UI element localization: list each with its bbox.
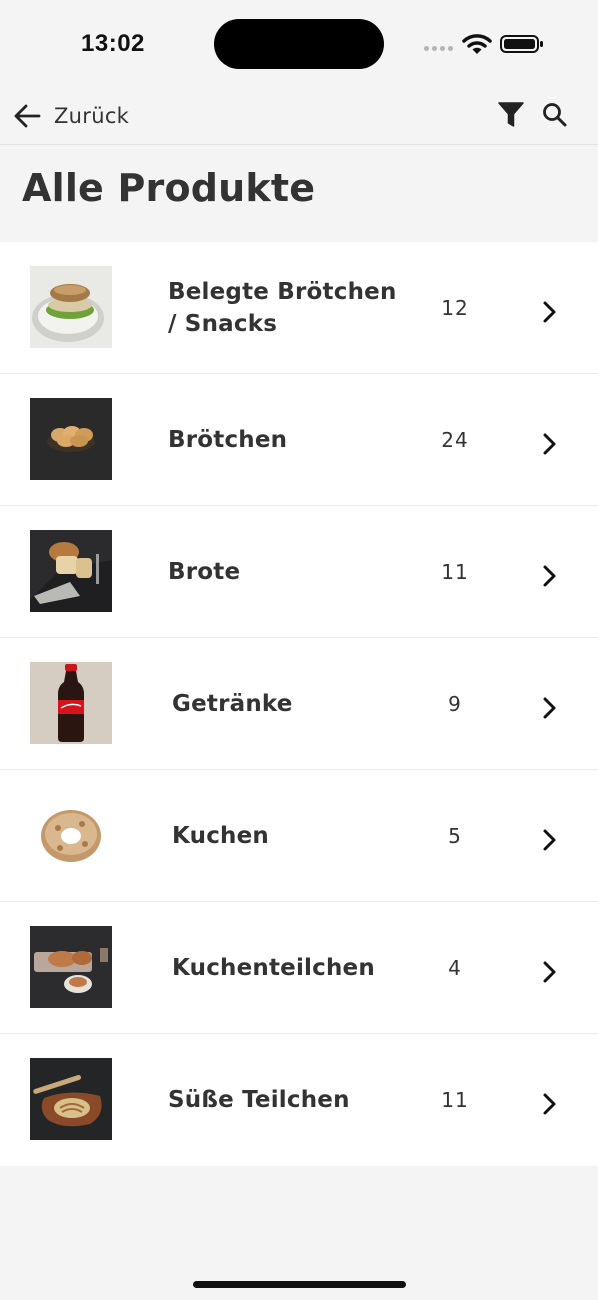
chevron-right-icon [540, 1092, 558, 1116]
chevron-right-icon [540, 828, 558, 852]
arrow-left-icon [12, 101, 42, 131]
cellular-signal-icon [424, 46, 454, 52]
filter-icon[interactable] [497, 100, 525, 130]
sandwich-photo [30, 266, 112, 348]
category-row-belegte-broetchen[interactable]: Belegte Brötchen / Snacks 12 [0, 242, 598, 374]
category-count: 24 [441, 427, 469, 452]
chevron-right-icon [540, 564, 558, 588]
chevron-right-icon [540, 432, 558, 456]
sweet-pastry-photo [30, 1058, 112, 1140]
dynamic-island [214, 19, 384, 69]
category-row-kuchen[interactable]: Kuchen 5 [0, 770, 598, 902]
sliced-bread-photo [30, 530, 112, 612]
category-count: 5 [448, 823, 462, 848]
cola-bottle-photo [30, 662, 112, 744]
status-time: 13:02 [81, 30, 145, 57]
back-label: Zurück [54, 104, 130, 128]
nav-bar: Zurück [0, 88, 598, 145]
home-indicator[interactable] [193, 1281, 406, 1288]
category-name: Kuchenteilchen [172, 954, 375, 981]
pastry-plate-photo [30, 926, 112, 1008]
bread-rolls-photo [30, 398, 112, 480]
category-row-getraenke[interactable]: Getränke 9 [0, 638, 598, 770]
category-row-kuchenteilchen[interactable]: Kuchenteilchen 4 [0, 902, 598, 1034]
category-count: 4 [448, 955, 462, 980]
category-count: 11 [441, 1087, 469, 1112]
cake-ring-photo [30, 794, 112, 876]
category-count: 11 [441, 559, 469, 584]
category-name: Getränke [172, 690, 293, 717]
category-name: Belegte Brötchen / Snacks [168, 278, 397, 337]
category-name: Süße Teilchen [168, 1086, 350, 1113]
category-name: Kuchen [172, 822, 269, 849]
chevron-right-icon [540, 960, 558, 984]
category-row-suesse-teilchen[interactable]: Süße Teilchen 11 [0, 1034, 598, 1166]
search-icon[interactable] [541, 101, 569, 129]
category-count: 12 [441, 295, 469, 320]
chevron-right-icon [540, 300, 558, 324]
category-count: 9 [448, 691, 462, 716]
chevron-right-icon [540, 696, 558, 720]
wifi-icon [462, 32, 492, 56]
category-name: Brote [168, 558, 241, 585]
category-name: Brötchen [168, 426, 288, 453]
status-bar: 13:02 [0, 0, 598, 88]
category-row-broetchen[interactable]: Brötchen 24 [0, 374, 598, 506]
category-row-brote[interactable]: Brote 11 [0, 506, 598, 638]
back-button[interactable]: Zurück [12, 96, 129, 136]
category-list: Belegte Brötchen / Snacks 12 Brötchen 24 [0, 242, 598, 1166]
battery-icon [500, 34, 544, 54]
page-title: Alle Produkte [22, 166, 316, 210]
